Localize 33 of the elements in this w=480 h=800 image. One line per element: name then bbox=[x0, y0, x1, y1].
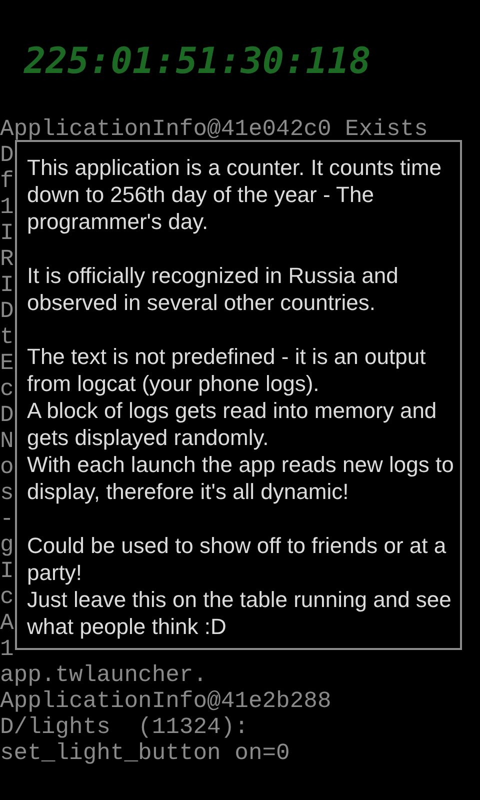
log-line: app.twlauncher. bbox=[0, 662, 208, 688]
countdown-timer: 225:01:51:30:118 bbox=[24, 40, 371, 82]
info-paragraph: This application is a counter. It counts time down to 256th day of the year - The programmer's day. bbox=[27, 154, 443, 235]
log-line: f bbox=[0, 168, 14, 194]
info-paragraph: The text is not predefined - it is an output from logcat (your phone logs). bbox=[27, 343, 427, 397]
log-line: E bbox=[0, 350, 14, 376]
log-line: set_light_button on=0 bbox=[0, 740, 290, 766]
log-line: 1 bbox=[0, 194, 14, 220]
info-paragraph: With each launch the app reads new logs to display, therefore it's all dynamic! bbox=[27, 451, 455, 505]
log-line: I bbox=[0, 220, 14, 246]
log-line: D bbox=[0, 402, 14, 428]
log-line: s bbox=[0, 480, 14, 506]
log-line: ApplicationInfo@41e042c0 Exists bbox=[0, 116, 428, 142]
log-line: o bbox=[0, 454, 14, 480]
log-line: t bbox=[0, 324, 14, 350]
info-paragraph: It is officially recognized in Russia and observed in several other countries. bbox=[27, 262, 400, 316]
log-line: R bbox=[0, 246, 14, 272]
log-line: D/lights (11324): bbox=[0, 714, 248, 740]
log-line: D bbox=[0, 142, 14, 168]
log-line: D bbox=[0, 298, 14, 324]
log-line: I bbox=[0, 272, 14, 298]
log-line: - bbox=[0, 506, 14, 532]
log-line: c bbox=[0, 584, 14, 610]
log-line: I bbox=[0, 558, 14, 584]
log-line: g bbox=[0, 532, 14, 558]
log-line: 1 bbox=[0, 636, 14, 662]
info-paragraph: A block of logs gets read into memory and gets displayed randomly. bbox=[27, 397, 438, 451]
log-line: A bbox=[0, 610, 14, 636]
log-line: N bbox=[0, 428, 14, 454]
info-paragraph: Just leave this on the table running and see what people think :D bbox=[27, 586, 452, 640]
log-line: ApplicationInfo@41e2b288 bbox=[0, 688, 332, 714]
log-line: c bbox=[0, 376, 14, 402]
info-paragraph: Could be used to show off to friends or at a party! bbox=[27, 532, 448, 586]
